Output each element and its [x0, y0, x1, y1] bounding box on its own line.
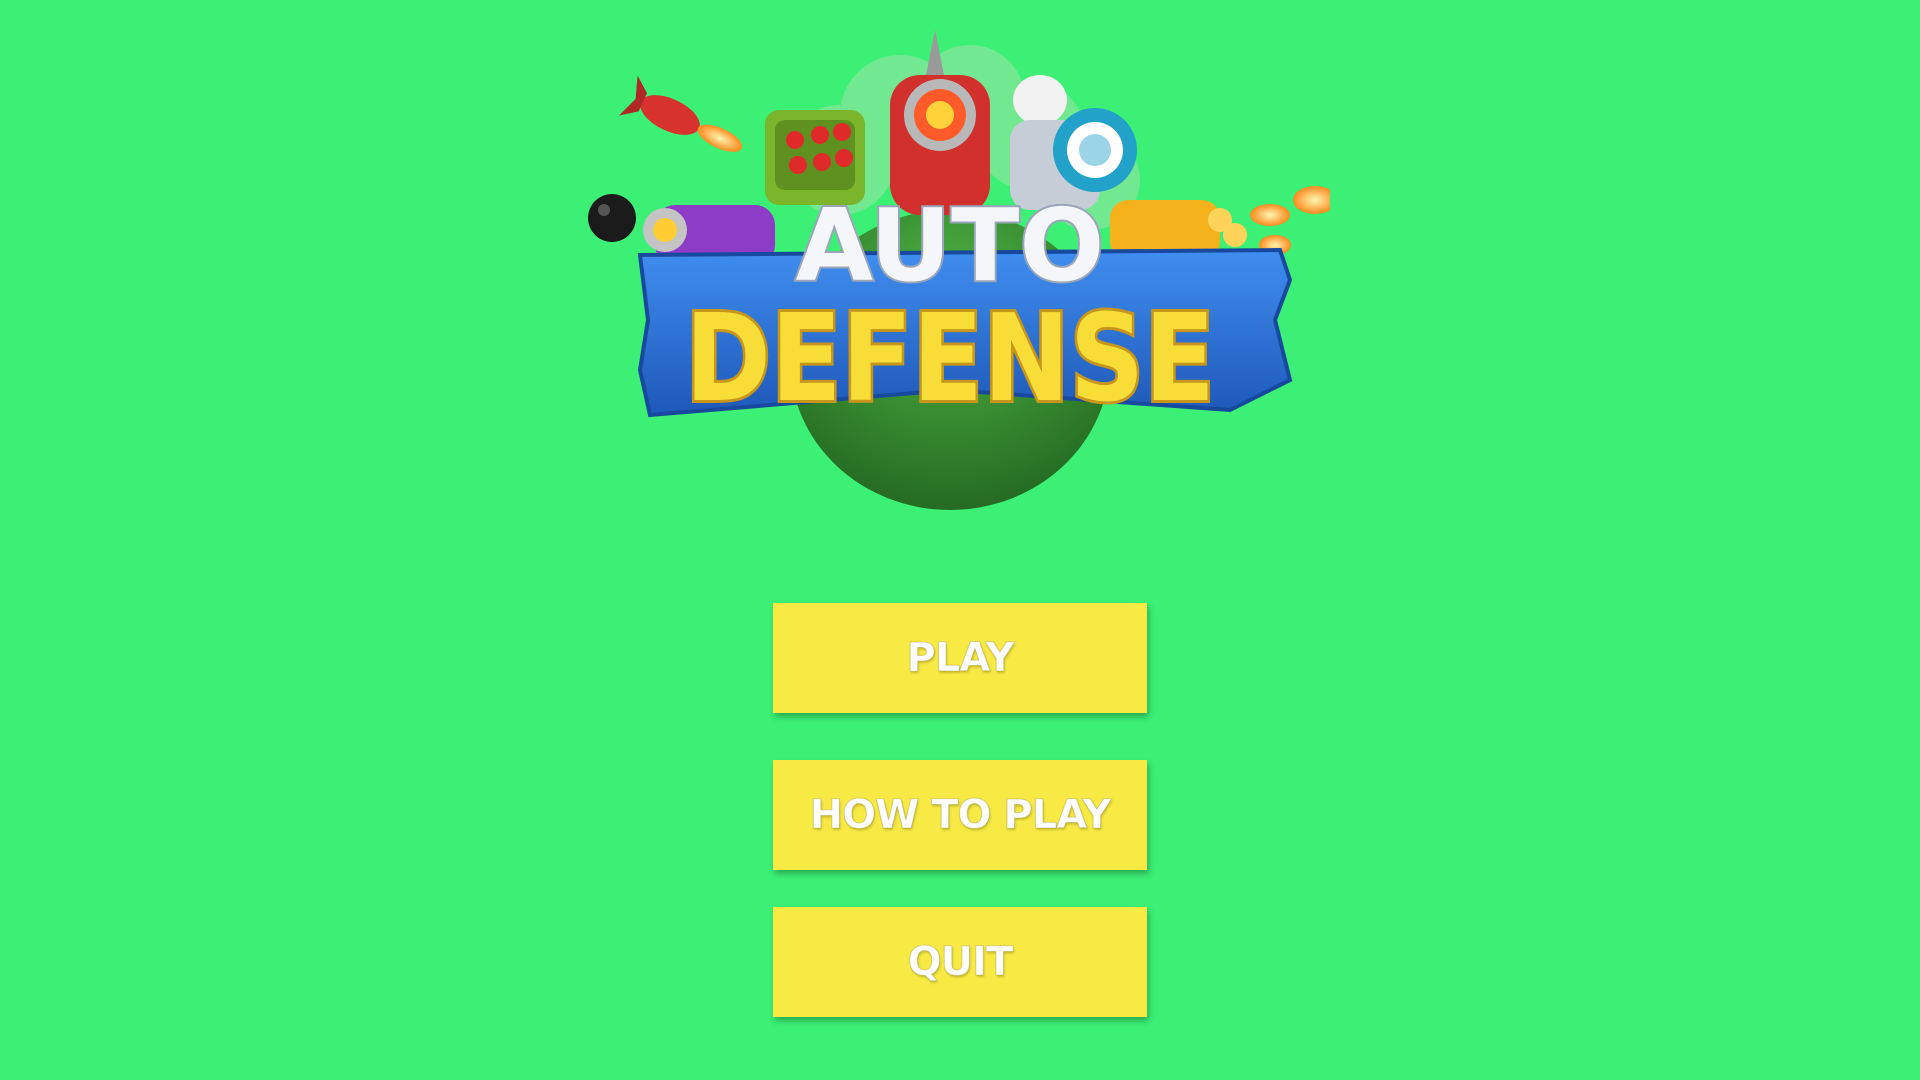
logo-text-defense: DEFENSE [685, 290, 1215, 429]
quit-button-label: QUIT [907, 939, 1014, 986]
quit-button[interactable]: QUIT [773, 907, 1147, 1017]
how-to-play-button-label: HOW TO PLAY [809, 792, 1112, 839]
game-logo: AUTO DEFENSE [588, 30, 1330, 510]
play-button-label: PLAY [906, 635, 1015, 682]
egg-icon [1013, 75, 1067, 125]
logo-text-auto: AUTO [796, 187, 1105, 304]
bomb-icon [588, 194, 636, 242]
play-button[interactable]: PLAY [773, 603, 1147, 713]
how-to-play-button[interactable]: HOW TO PLAY [773, 760, 1147, 870]
rocket-icon [619, 75, 743, 152]
game-main-menu: AUTO DEFENSE PLAY HOW TO PLAY QUIT [0, 0, 1920, 1080]
